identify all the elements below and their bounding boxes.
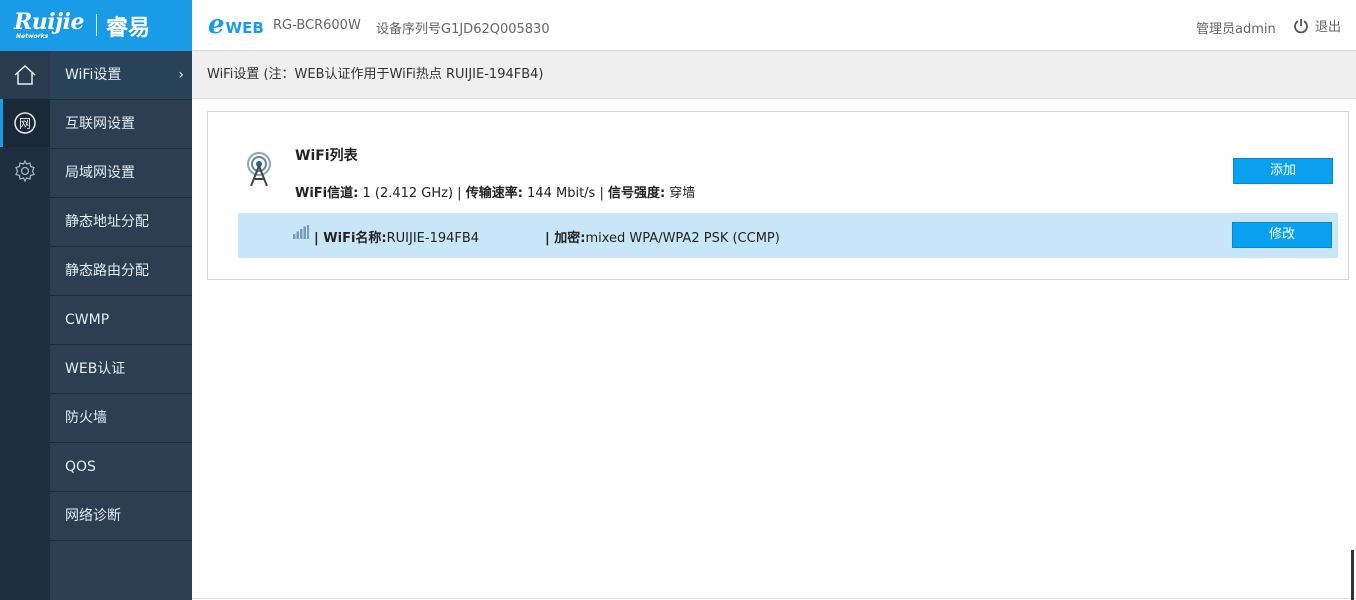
sidebar-item-label: 防火墙 [65,410,107,426]
eweb-e: e [208,10,225,40]
sidebar-item-wifi[interactable]: WiFi设置 › [50,51,192,100]
sidebar-item-label: 网络诊断 [65,508,121,524]
sidebar-item-diagnostics[interactable]: 网络诊断 [50,492,192,541]
eweb-logo: eWEB [208,10,264,40]
device-serial: 设备序列号G1JD62Q005830 [376,22,550,37]
sidebar-item-label: QOS [65,459,96,475]
wifi-list-panel: WiFi列表 WiFi信道: 1 (2.412 GHz) | 传输速率: 144… [207,111,1349,280]
power-icon [1294,18,1308,33]
chevron-right-icon: › [178,67,184,83]
edit-wifi-button[interactable]: 修改 [1232,222,1332,248]
encryption-label: | 加密: [545,231,586,246]
wifi-name-label: | WiFi名称: [314,231,387,246]
sidebar-item-label: CWMP [65,312,110,328]
sidebar-item-label: 局域网设置 [65,165,135,181]
channel-label: WiFi信道: [295,186,359,201]
sidebar-item-label: 静态路由分配 [65,263,149,279]
sidebar-item-static-route[interactable]: 静态路由分配 [50,247,192,296]
logo-chinese: 睿易 [106,16,151,41]
footer-divider [192,598,1356,599]
sidebar-item-qos[interactable]: QOS [50,443,192,492]
add-wifi-button[interactable]: 添加 [1233,158,1333,184]
network-icon-char: 网 [19,117,31,131]
logo-text: Ruijie [14,9,84,35]
wifi-name-value: RUIJIE-194FB4 [386,231,480,246]
sidebar-item-web-auth[interactable]: WEB认证 [50,345,192,394]
top-header: Ruijie Networks 睿易 eWEB RG-BCR600W 设备序列号… [0,0,1356,51]
wifi-encryption: | 加密:mixed WPA/WPA2 PSK (CCMP) [545,227,780,246]
rail-network[interactable]: 网 [0,99,50,147]
device-model: RG-BCR600W [273,18,361,33]
encryption-value: mixed WPA/WPA2 PSK (CCMP) [585,231,780,246]
eweb-w: WEB [225,19,264,37]
wifi-entry-row: | WiFi名称:RUIJIE-194FB4 | 加密:mixed WPA/WP… [238,213,1338,258]
sidebar-menu: WiFi设置 › 互联网设置 局域网设置 静态地址分配 静态路由分配 CWMP … [50,51,192,600]
sidebar-item-cwmp[interactable]: CWMP [50,296,192,345]
wifi-info-line: WiFi信道: 1 (2.412 GHz) | 传输速率: 144 Mbit/s… [295,182,695,201]
rail-settings[interactable] [0,147,50,195]
sidebar-item-internet[interactable]: 互联网设置 [50,100,192,149]
wifi-name: | WiFi名称:RUIJIE-194FB4 [314,227,479,246]
sidebar-item-label: 互联网设置 [65,116,135,132]
sidebar-item-label: WiFi设置 [65,67,122,83]
logout-label: 退出 [1315,20,1342,35]
sidebar-item-label: WEB认证 [65,361,126,377]
sidebar-item-firewall[interactable]: 防火墙 [50,394,192,443]
admin-user[interactable]: 管理员admin [1196,18,1276,37]
strength-label: 信号强度: [607,186,666,201]
signal-bars-icon [293,225,309,239]
wifi-tower-icon [247,152,271,187]
channel-value: 1 (2.412 GHz) | [358,186,466,201]
breadcrumb: WiFi设置 (注：WEB认证作用于WiFi热点 RUIJIE-194FB4) [192,51,1356,99]
logo-subtext: Networks [16,33,49,40]
network-icon: 网 [14,112,36,134]
logo-divider [96,14,97,36]
gear-icon [15,159,35,183]
sidebar-item-label: 静态地址分配 [65,214,149,230]
brand-logo[interactable]: Ruijie Networks 睿易 [0,0,192,51]
rail-home[interactable] [0,51,50,99]
logout-button[interactable]: 退出 [1293,16,1341,35]
sidebar-item-lan[interactable]: 局域网设置 [50,149,192,198]
strength-value: 穿墙 [665,186,696,201]
rate-label: 传输速率: [465,186,523,201]
scrollbar-handle[interactable] [1351,550,1354,600]
wifi-list-title: WiFi列表 [295,148,358,164]
icon-rail: 网 [0,51,50,600]
home-icon [14,64,36,85]
sidebar-item-static-address[interactable]: 静态地址分配 [50,198,192,247]
rate-value: 144 Mbit/s | [522,186,608,201]
